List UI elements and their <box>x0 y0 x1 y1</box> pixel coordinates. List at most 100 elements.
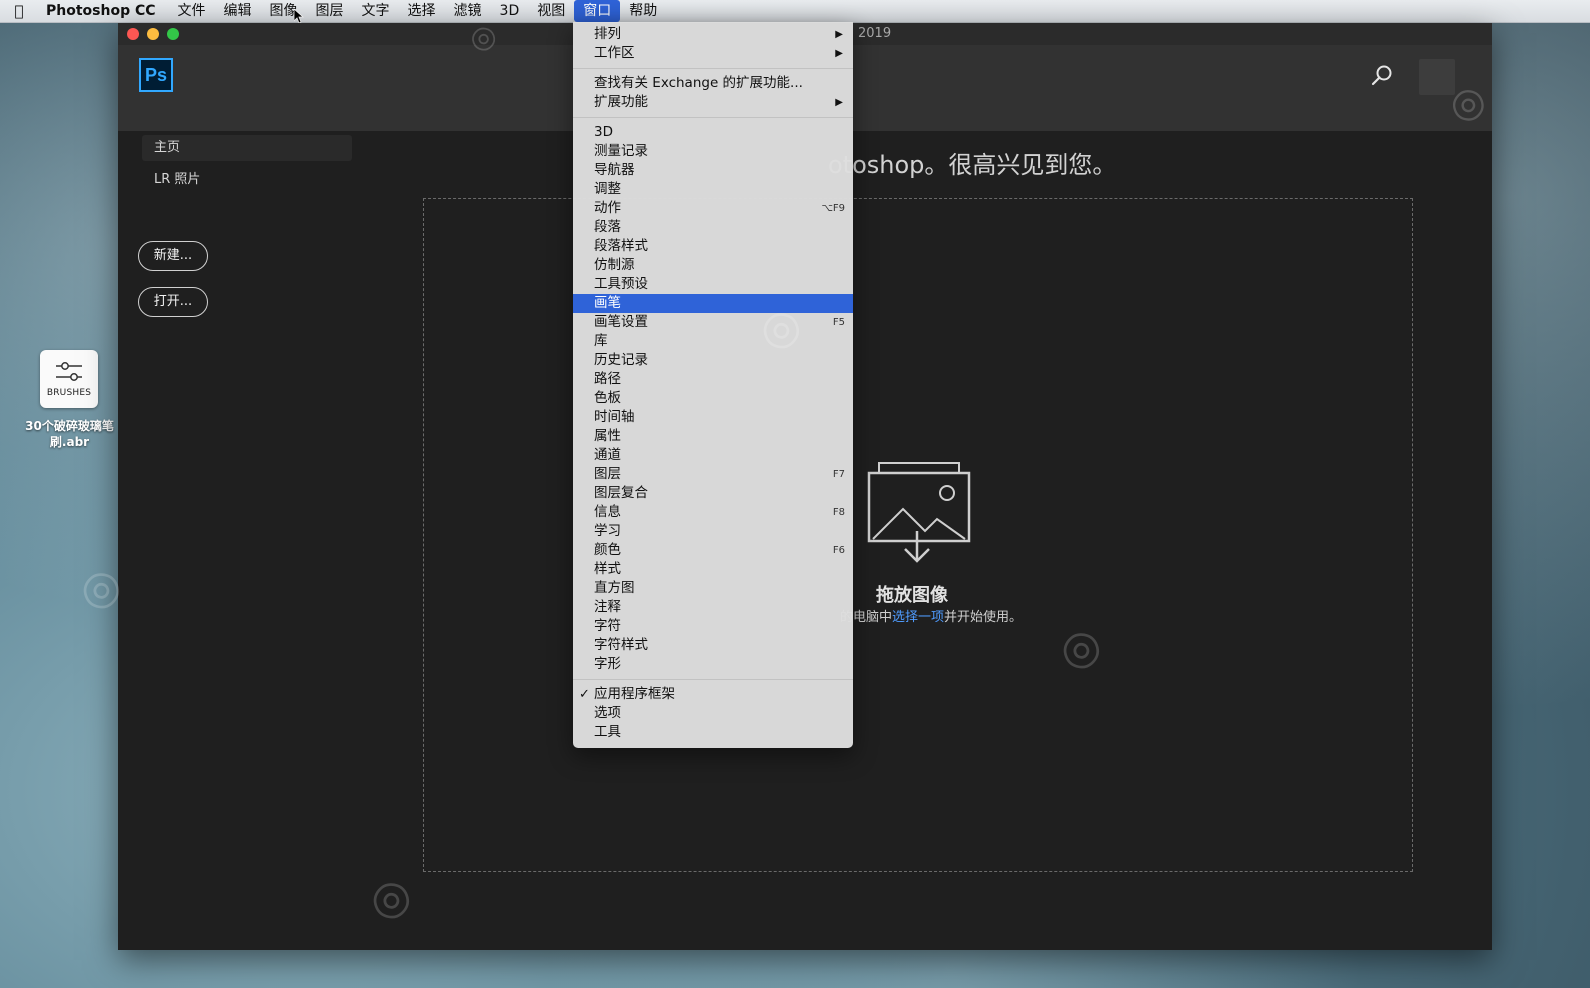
menu-filter[interactable]: 滤镜 <box>445 0 491 22</box>
select-file-link[interactable]: 选择一项 <box>892 610 944 625</box>
avatar[interactable] <box>1419 59 1455 95</box>
menu-item[interactable]: 属性 <box>573 427 853 446</box>
menu-item-shortcut: ⌥F9 <box>821 203 845 214</box>
menu-item-label: 字形 <box>594 656 621 672</box>
menu-separator <box>573 117 853 118</box>
close-button[interactable] <box>127 28 139 40</box>
menu-item[interactable]: 时间轴 <box>573 408 853 427</box>
menu-item-label: 信息 <box>594 504 621 520</box>
menu-item-label: 颜色 <box>594 542 621 558</box>
menu-help[interactable]: 帮助 <box>620 0 666 22</box>
menu-item[interactable]: 图层 F7 <box>573 465 853 484</box>
menu-item[interactable]: 注释 <box>573 598 853 617</box>
drop-title: 拖放图像 <box>876 585 948 606</box>
menu-window[interactable]: 窗口 <box>574 0 621 22</box>
menu-item-label: 字符样式 <box>594 637 648 653</box>
menu-item[interactable]: 学习 <box>573 522 853 541</box>
menu-item-label: 时间轴 <box>594 409 635 425</box>
menu-item[interactable]: 路径 <box>573 370 853 389</box>
menu-3d[interactable]: 3D <box>491 0 529 22</box>
menu-item-label: 扩展功能 <box>594 94 648 110</box>
menu-item-shortcut: F8 <box>832 507 845 518</box>
menubar-app-name[interactable]: Photoshop CC <box>38 0 169 22</box>
menu-item[interactable]: 3D <box>573 123 853 142</box>
menu-type[interactable]: 文字 <box>353 0 399 22</box>
menu-item[interactable]: 信息 F8 <box>573 503 853 522</box>
file-icon-label: BRUSHES <box>46 388 92 398</box>
sidebar-item-lr-photos[interactable]: LR 照片 <box>142 167 352 193</box>
menu-item[interactable]: 画笔 <box>573 294 853 313</box>
menu-item[interactable]: 库 <box>573 332 853 351</box>
menu-item-label: 库 <box>594 333 608 349</box>
menu-item-label: 应用程序框架 <box>594 686 675 702</box>
menu-item[interactable]: 样式 <box>573 560 853 579</box>
zoom-button[interactable] <box>167 28 179 40</box>
menu-item[interactable]: 段落样式 <box>573 237 853 256</box>
menu-item-label: 工作区 <box>594 45 635 61</box>
menu-item[interactable]: 工具预设 <box>573 275 853 294</box>
menu-item[interactable]: 字符 <box>573 617 853 636</box>
menu-item-label: 图层 <box>594 466 621 482</box>
menu-item[interactable]: 画笔设置 F5 <box>573 313 853 332</box>
menu-item[interactable]: 导航器 <box>573 161 853 180</box>
drop-image-icon <box>867 462 971 563</box>
sidebar-item-home[interactable]: 主页 <box>142 135 352 161</box>
menu-item-label: 属性 <box>594 428 621 444</box>
menu-item[interactable]: 历史记录 <box>573 351 853 370</box>
menu-item[interactable]: 仿制源 <box>573 256 853 275</box>
menu-item[interactable]: 段落 <box>573 218 853 237</box>
menu-item-label: 导航器 <box>594 162 635 178</box>
menu-item[interactable]: 查找有关 Exchange 的扩展功能... <box>573 74 853 93</box>
drop-subtitle: 的电脑中选择一项并开始使用。 <box>840 606 1022 625</box>
menu-item[interactable]: 排列 ▶ <box>573 25 853 44</box>
apple-logo-icon[interactable]:  <box>0 2 38 20</box>
sliders-icon <box>56 362 82 381</box>
menu-item-label: 通道 <box>594 447 621 463</box>
brushes-file-name[interactable]: 30个破碎玻璃笔刷.abr <box>18 418 121 450</box>
menu-item-label: 路径 <box>594 371 621 387</box>
menu-edit[interactable]: 编辑 <box>215 0 261 22</box>
open-button[interactable]: 打开... <box>138 287 208 317</box>
menu-item-label: 画笔 <box>594 295 621 311</box>
menu-item-label: 测量记录 <box>594 143 648 159</box>
mouse-cursor-icon <box>294 9 304 24</box>
menu-item-label: 段落样式 <box>594 238 648 254</box>
menu-select[interactable]: 选择 <box>399 0 445 22</box>
window-title: 2019 <box>858 26 892 41</box>
menu-item[interactable]: ✓ 应用程序框架 <box>573 685 853 704</box>
menu-item[interactable]: 工具 <box>573 723 853 742</box>
menu-item-label: 历史记录 <box>594 352 648 368</box>
menu-item[interactable]: 色板 <box>573 389 853 408</box>
menu-view[interactable]: 视图 <box>528 0 574 22</box>
menu-file[interactable]: 文件 <box>169 0 215 22</box>
menu-item[interactable]: 调整 <box>573 180 853 199</box>
menu-item[interactable]: 测量记录 <box>573 142 853 161</box>
new-button[interactable]: 新建... <box>138 241 208 271</box>
menu-item-label: 图层复合 <box>594 485 648 501</box>
menu-item-label: 色板 <box>594 390 621 406</box>
checkmark-icon: ✓ <box>579 687 590 702</box>
search-icon[interactable] <box>1370 64 1394 88</box>
menu-item[interactable]: 选项 <box>573 704 853 723</box>
menu-item-shortcut: F5 <box>832 317 845 328</box>
menu-item[interactable]: 颜色 F6 <box>573 541 853 560</box>
minimize-button[interactable] <box>147 28 159 40</box>
menu-item-label: 字符 <box>594 618 621 634</box>
menu-item[interactable]: 扩展功能 ▶ <box>573 93 853 112</box>
menu-item[interactable]: 通道 <box>573 446 853 465</box>
menu-item-label: 仿制源 <box>594 257 635 273</box>
menu-item[interactable]: 直方图 <box>573 579 853 598</box>
brushes-file-icon[interactable]: BRUSHES <box>40 350 98 408</box>
menu-item-label: 选项 <box>594 705 621 721</box>
menu-item[interactable]: 字符样式 <box>573 636 853 655</box>
menu-item[interactable]: 工作区 ▶ <box>573 44 853 63</box>
menu-item[interactable]: 字形 <box>573 655 853 674</box>
menu-item-label: 直方图 <box>594 580 635 596</box>
menu-item[interactable]: 动作 ⌥F9 <box>573 199 853 218</box>
menu-item[interactable]: 图层复合 <box>573 484 853 503</box>
menu-layer[interactable]: 图层 <box>307 0 353 22</box>
menu-item-label: 查找有关 Exchange 的扩展功能... <box>594 75 803 91</box>
submenu-arrow-icon: ▶ <box>835 29 843 40</box>
menubar:  Photoshop CC 文件 编辑 图像 图层 文字 选择 滤镜 3D 视… <box>0 0 1590 23</box>
menu-separator <box>573 68 853 69</box>
